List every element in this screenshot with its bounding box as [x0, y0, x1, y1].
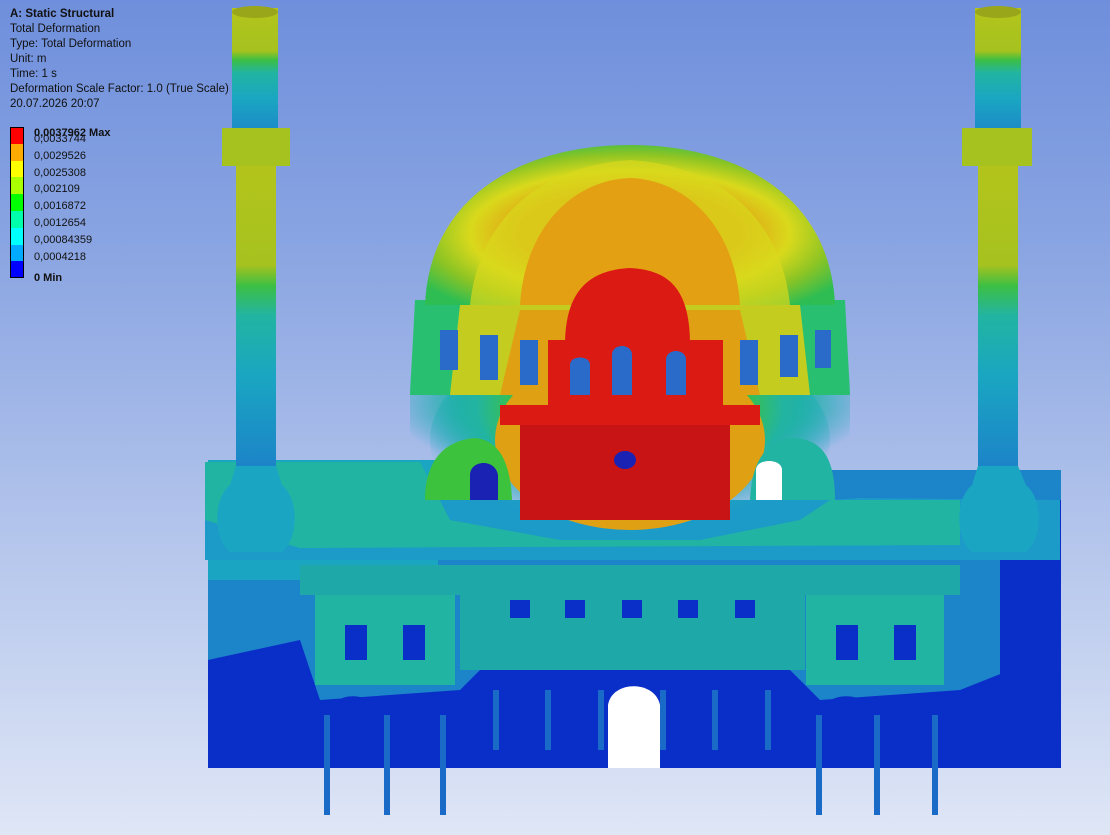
legend-max-label: 0,0037962 Max — [34, 127, 111, 139]
right-semidome-opening — [756, 461, 782, 500]
red-core-window — [614, 451, 636, 469]
result-info-block: A: Static Structural Total Deformation T… — [10, 7, 229, 112]
result-unit: Unit: m — [10, 53, 47, 65]
legend-label: 0,0025308 — [34, 166, 86, 179]
legend-swatch — [10, 261, 24, 279]
legend-swatch — [10, 194, 24, 211]
legend-min-label: 0 Min — [34, 272, 63, 285]
legend-swatch — [10, 127, 24, 144]
legend-swatch — [10, 227, 24, 245]
red-core-block — [520, 425, 730, 520]
deformation-scale: Deformation Scale Factor: 1.0 (True Scal… — [10, 83, 229, 95]
legend-label: 0,0004218 — [34, 250, 86, 263]
center-arch-opening — [608, 686, 660, 768]
result-type: Type: Total Deformation — [10, 38, 132, 50]
portico-right-block — [806, 595, 944, 685]
portico-cornice — [300, 565, 960, 595]
legend-label: 0,002109 — [34, 183, 80, 196]
legend-label: 0,0029526 — [34, 149, 86, 162]
result-timestamp: 20.07.2026 20:07 — [10, 98, 100, 110]
left-semidome-opening — [470, 462, 498, 500]
legend-swatch — [10, 210, 24, 228]
graphics-viewport[interactable]: A: Static Structural Total Deformation T… — [0, 0, 1110, 835]
result-time: Time: 1 s — [10, 68, 57, 80]
legend-label: 0,0012654 — [34, 216, 86, 229]
legend-label: 0,0016872 — [34, 200, 86, 213]
result-name: Total Deformation — [10, 23, 101, 35]
mosque-deformation-model[interactable] — [0, 0, 1110, 835]
legend-swatch — [10, 160, 24, 178]
legend-swatch — [10, 143, 24, 161]
red-cornice — [500, 405, 760, 425]
legend-swatch — [10, 244, 24, 262]
legend-label: 0,00084359 — [34, 233, 93, 246]
analysis-title: A: Static Structural — [10, 8, 115, 20]
legend-swatch — [10, 177, 24, 195]
portico-left-block — [315, 595, 455, 685]
